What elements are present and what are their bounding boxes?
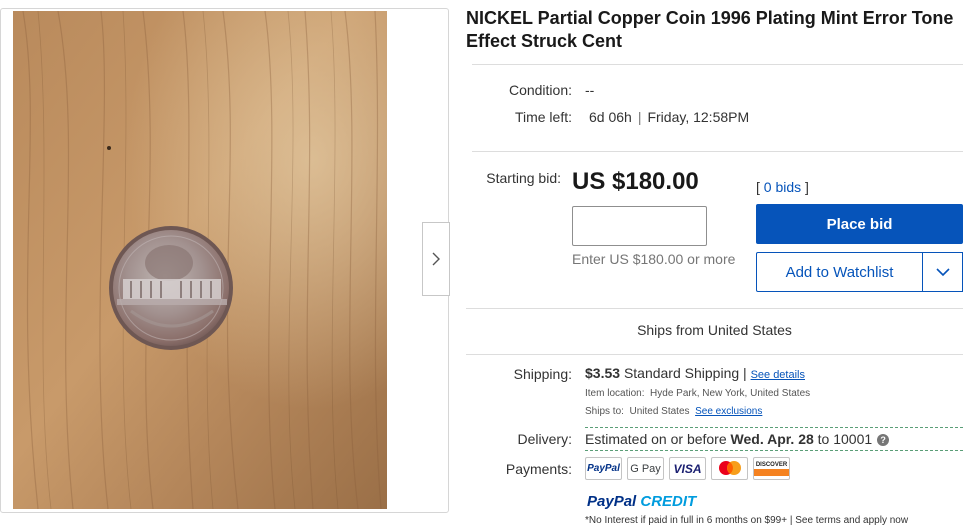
- bid-count-bracket-close: ]: [805, 179, 809, 195]
- paypal-badge: PayPal: [585, 457, 622, 480]
- delivery-value: Estimated on or before Wed. Apr. 28 to 1…: [585, 431, 890, 447]
- item-location-value: Hyde Park, New York, United States: [650, 388, 811, 399]
- mastercard-badge: [711, 457, 748, 480]
- chevron-down-icon: [935, 267, 950, 276]
- ships-to: Ships to: United States See exclusions: [585, 406, 762, 417]
- mastercard-logo: [718, 460, 741, 475]
- delivery-date: Wed. Apr. 28: [730, 431, 814, 447]
- listing-title: NICKEL Partial Copper Coin 1996 Plating …: [466, 8, 954, 51]
- gpay-badge: G Pay: [627, 457, 664, 480]
- time-left-duration: 6d 06h: [589, 109, 632, 125]
- shipping-divider: |: [743, 365, 747, 381]
- delivery-label: Delivery:: [517, 431, 572, 447]
- gallery-next-button[interactable]: [422, 222, 450, 296]
- paypal-credit-credit: CREDIT: [640, 493, 697, 510]
- paypal-credit-label: PayPal: [587, 493, 637, 510]
- item-location-label: Item location:: [585, 388, 645, 399]
- visa-badge: VISA: [669, 457, 706, 480]
- ships-to-label: Ships to:: [585, 406, 624, 417]
- starting-bid-label: Starting bid:: [486, 170, 561, 186]
- bid-amount-input[interactable]: [572, 206, 707, 246]
- divider: [466, 308, 963, 309]
- delivery-zip: to 10001: [817, 431, 873, 447]
- image-gallery: [0, 8, 450, 513]
- ships-from: Ships from United States: [637, 322, 792, 338]
- discover-badge: DISCOVER: [753, 457, 790, 480]
- price: US $180.00: [572, 168, 699, 195]
- gpay-badge-label: G Pay: [630, 462, 661, 475]
- payments-label: Payments:: [505, 461, 572, 477]
- chevron-right-icon: [432, 252, 440, 266]
- condition-value: --: [585, 82, 595, 98]
- divider-dashed: [585, 427, 963, 428]
- add-to-watchlist-button[interactable]: Add to Watchlist: [756, 252, 923, 292]
- question-circle-icon[interactable]: ?: [877, 434, 890, 446]
- paypal-credit-logo: PayPal CREDIT: [587, 493, 696, 510]
- shipping-value: $3.53 Standard Shipping | See details: [585, 365, 805, 381]
- divider: [466, 354, 963, 355]
- divider-dashed: [585, 450, 963, 451]
- shipping-method: Standard Shipping: [623, 365, 740, 381]
- see-details-link[interactable]: See details: [751, 369, 805, 381]
- shipping-label: Shipping:: [513, 366, 572, 382]
- bids-link[interactable]: 0 bids: [764, 179, 801, 195]
- delivery-prefix: Estimated on or before: [585, 431, 727, 447]
- item-location: Item location: Hyde Park, New York, Unit…: [585, 388, 810, 399]
- bid-hint: Enter US $180.00 or more: [572, 251, 736, 267]
- time-left-separator: |: [637, 109, 642, 125]
- shipping-cost: $3.53: [585, 365, 621, 381]
- divider: [472, 151, 963, 152]
- coin-photo-image: [13, 11, 387, 509]
- condition-label: Condition:: [508, 82, 572, 98]
- ships-to-value: United States: [629, 406, 690, 417]
- time-left-value: 6d 06h | Friday, 12:58PM: [589, 109, 749, 125]
- time-left-label: Time left:: [514, 109, 572, 125]
- see-exclusions-link[interactable]: See exclusions: [695, 406, 762, 417]
- paypal-badge-label: PayPal: [587, 463, 620, 474]
- time-left-end: Friday, 12:58PM: [647, 109, 750, 125]
- discover-badge-label: DISCOVER: [755, 461, 788, 468]
- visa-badge-label: VISA: [673, 461, 702, 476]
- place-bid-button[interactable]: Place bid: [756, 204, 963, 244]
- bid-count: [ 0 bids ]: [756, 179, 809, 195]
- bid-count-bracket-open: [: [756, 179, 760, 195]
- coin-photo[interactable]: [13, 11, 387, 509]
- watchlist-options-button[interactable]: [922, 252, 963, 292]
- divider: [472, 64, 963, 65]
- discover-stripe: [754, 468, 789, 476]
